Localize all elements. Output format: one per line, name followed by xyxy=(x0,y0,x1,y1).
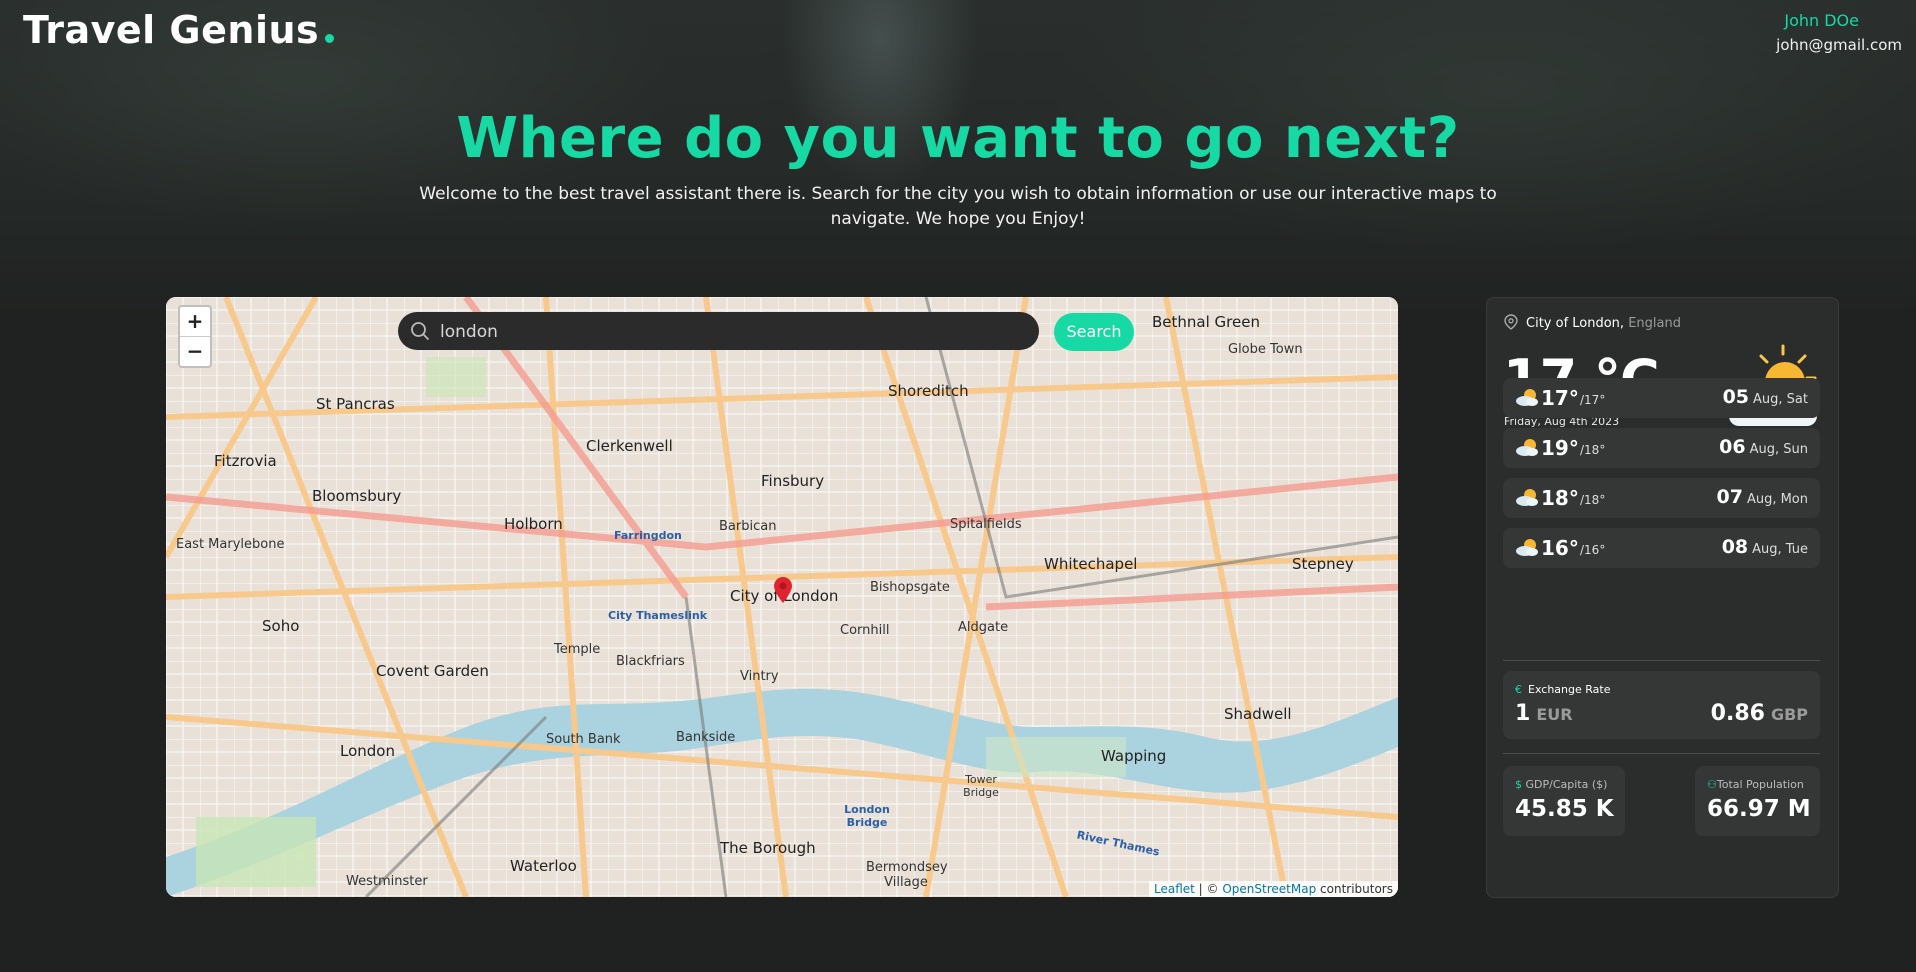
map-label-shadwell: Shadwell xyxy=(1224,705,1292,723)
map-label-wapping: Wapping xyxy=(1101,747,1167,765)
interactive-map[interactable]: City of London Shoreditch Clerkenwell Fi… xyxy=(166,297,1398,897)
search-icon xyxy=(411,322,430,341)
exchange-rate-title: € Exchange Rate xyxy=(1515,683,1611,696)
map-label-st-pancras: St Pancras xyxy=(316,395,395,413)
location-city: City of London, xyxy=(1526,316,1625,331)
attribution-separator: | © xyxy=(1194,882,1223,896)
forecast-date: 06 Aug, Sun xyxy=(1719,436,1808,458)
people-icon: ⚇ xyxy=(1707,778,1717,791)
map-label-the-borough: The Borough xyxy=(720,839,816,857)
map-label-westminster: Westminster xyxy=(346,874,428,889)
search-bar[interactable] xyxy=(398,312,1039,352)
forecast-item: 19° /18° 06 Aug, Sun xyxy=(1503,428,1820,468)
forecast-item: 18° /18° 07 Aug, Mon xyxy=(1503,478,1820,518)
zoom-control: + − xyxy=(178,305,212,368)
map-attribution: Leaflet | © OpenStreetMap contributors xyxy=(1149,881,1398,897)
gdp-label: $ GDP/Capita ($) xyxy=(1515,778,1608,791)
search-input[interactable] xyxy=(438,312,1032,352)
forecast-date: 08 Aug, Tue xyxy=(1721,536,1808,558)
forecast-low: /18° xyxy=(1580,443,1606,457)
forecast-high: 17° xyxy=(1541,386,1579,410)
gdp-value: 45.85 K xyxy=(1515,796,1614,822)
map-label-bankside: Bankside xyxy=(676,730,736,745)
map-label-bloomsbury: Bloomsbury xyxy=(312,487,402,505)
app-logo[interactable]: Travel Genius xyxy=(23,8,335,52)
partly-cloudy-icon xyxy=(1516,389,1538,406)
map-label-vintry: Vintry xyxy=(740,669,779,684)
map-label-tower-bridge: Tower Bridge xyxy=(963,773,999,799)
forecast-item: 17° /17° 05 Aug, Sat xyxy=(1503,378,1820,418)
map-label-bethnal-green: Bethnal Green xyxy=(1152,313,1260,331)
map-label-city-thameslink: City Thameslink xyxy=(608,609,708,622)
user-name[interactable]: John DOe xyxy=(1784,11,1859,30)
map-label-stepney: Stepney xyxy=(1292,555,1354,573)
forecast-high: 19° xyxy=(1541,436,1579,460)
map-label-shoreditch: Shoreditch xyxy=(888,382,969,400)
forecast-low: /18° xyxy=(1580,493,1606,507)
map-label-covent-garden: Covent Garden xyxy=(376,662,489,680)
attribution-tail: contributors xyxy=(1316,882,1393,896)
map-label-east-marylebone: East Marylebone xyxy=(176,537,285,552)
forecast-low: /16° xyxy=(1580,543,1606,557)
forecast-date: 05 Aug, Sat xyxy=(1722,386,1808,408)
forecast-item: 16° /16° 08 Aug, Tue xyxy=(1503,528,1820,568)
population-card: ⚇Total Population 66.97 M xyxy=(1695,766,1820,836)
divider xyxy=(1503,660,1820,661)
map-label-soho: Soho xyxy=(262,617,300,635)
logo-dot xyxy=(325,34,335,43)
location-label: City of London, England xyxy=(1504,314,1681,331)
map-label-farringdon: Farringdon xyxy=(614,529,682,542)
exchange-from: 1 EUR xyxy=(1515,701,1573,726)
map-label-south-bank: South Bank xyxy=(546,732,621,747)
exchange-to: 0.86 GBP xyxy=(1710,701,1808,726)
map-label-barbican: Barbican xyxy=(719,519,777,534)
population-value: 66.97 M xyxy=(1707,796,1811,822)
map-label-finsbury: Finsbury xyxy=(761,472,825,490)
forecast-high: 18° xyxy=(1541,486,1579,510)
location-region: England xyxy=(1628,316,1681,331)
search-button[interactable]: Search xyxy=(1054,313,1134,351)
dollar-icon: $ xyxy=(1515,778,1522,791)
map-label-aldgate: Aldgate xyxy=(958,620,1009,635)
map-label-fitzrovia: Fitzrovia xyxy=(214,452,277,470)
map-label-london-bridge: London Bridge xyxy=(844,803,890,829)
euro-icon: € xyxy=(1515,683,1522,696)
page-subtitle: Welcome to the best travel assistant the… xyxy=(419,184,1497,229)
osm-link[interactable]: OpenStreetMap xyxy=(1222,882,1316,896)
zoom-in-button[interactable]: + xyxy=(180,307,210,336)
map-label-bermondsey-village: Bermondsey Village xyxy=(866,860,948,890)
partly-cloudy-icon xyxy=(1516,489,1538,506)
map-label-bishopsgate: Bishopsgate xyxy=(870,580,950,595)
gdp-card: $ GDP/Capita ($) 45.85 K xyxy=(1503,766,1625,836)
forecast-date: 07 Aug, Mon xyxy=(1716,486,1808,508)
exchange-rate-card: € Exchange Rate 1 EUR 0.86 GBP xyxy=(1503,671,1820,739)
map-label-spitalfields: Spitalfields xyxy=(950,517,1022,532)
map-label-globe-town: Globe Town xyxy=(1228,342,1303,357)
map-label-london: London xyxy=(340,742,395,760)
divider xyxy=(1503,753,1820,754)
city-info-panel: City of London, England 17 °C Friday, Au… xyxy=(1486,297,1839,898)
leaflet-link[interactable]: Leaflet xyxy=(1154,882,1195,896)
user-email: john@gmail.com xyxy=(1776,36,1902,54)
forecast-high: 16° xyxy=(1541,536,1579,560)
map-label-cornhill: Cornhill xyxy=(840,623,890,638)
map-label-holborn: Holborn xyxy=(504,515,563,533)
location-pin-icon xyxy=(1504,314,1518,330)
map-marker-icon[interactable] xyxy=(774,577,792,603)
page-headline: Where do you want to go next? xyxy=(456,106,1460,171)
partly-cloudy-icon xyxy=(1516,439,1538,456)
map-label-temple: Temple xyxy=(554,642,601,657)
zoom-out-button[interactable]: − xyxy=(180,336,210,366)
map-label-whitechapel: Whitechapel xyxy=(1044,555,1138,573)
forecast-low: /17° xyxy=(1580,393,1606,407)
map-label-clerkenwell: Clerkenwell xyxy=(586,437,673,455)
population-label: ⚇Total Population xyxy=(1707,778,1804,791)
partly-cloudy-icon xyxy=(1516,539,1538,556)
map-label-blackfriars: Blackfriars xyxy=(616,654,685,669)
map-label-waterloo: Waterloo xyxy=(510,857,577,875)
